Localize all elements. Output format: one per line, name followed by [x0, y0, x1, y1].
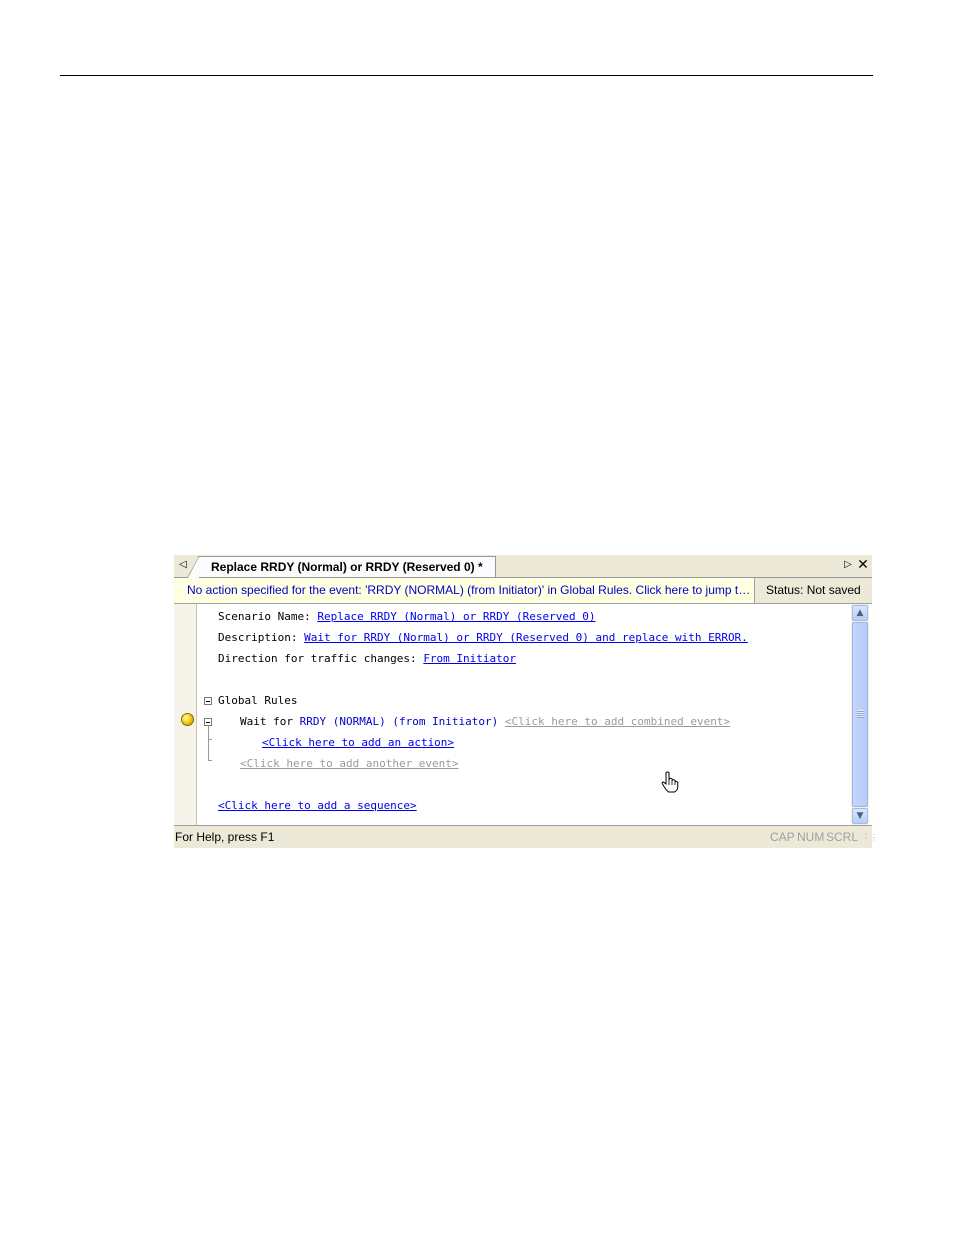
scroll-thumb[interactable]: [852, 622, 868, 807]
num-lock-indicator: NUM: [797, 830, 825, 844]
message-bar: No action specified for the event: 'RRDY…: [174, 578, 872, 604]
warning-dot-icon: [181, 713, 194, 726]
tab-scenario[interactable]: Replace RRDY (Normal) or RRDY (Reserved …: [187, 556, 496, 578]
scroll-tabs-right-icon[interactable]: ▷: [842, 558, 854, 572]
status-bar: For Help, press F1 CAP NUM SCRL ⋮⋮: [174, 827, 878, 848]
vertical-scrollbar[interactable]: ▲ ▼: [851, 604, 869, 825]
direction-line: Direction for traffic changes: From Init…: [218, 652, 516, 666]
scenario-name-label: Scenario Name:: [218, 610, 318, 623]
hand-pointer-icon: [661, 771, 679, 793]
scroll-grip-icon: [857, 710, 864, 718]
page-header-rule: [60, 75, 873, 76]
wait-for-label: Wait for: [240, 715, 300, 728]
add-sequence-line: <Click here to add a sequence>: [218, 799, 417, 813]
collapse-event-icon[interactable]: [204, 718, 212, 726]
description-link[interactable]: Wait for RRDY (Normal) or RRDY (Reserved…: [304, 631, 748, 644]
wait-for-line: Wait for RRDY (NORMAL) (from Initiator) …: [240, 715, 730, 729]
editor-gutter: [174, 604, 197, 825]
add-action-line: <Click here to add an action>: [262, 736, 454, 750]
tree-connector: [208, 726, 209, 760]
global-rules-heading: Global Rules: [218, 694, 298, 707]
tree-connector: [208, 760, 212, 761]
scroll-lock-indicator: SCRL: [826, 830, 859, 844]
resize-grip-icon[interactable]: ⋮⋮: [862, 834, 878, 846]
close-icon[interactable]: ✕: [856, 557, 870, 573]
event-name-link[interactable]: RRDY (NORMAL) (from Initiator): [300, 715, 499, 728]
scenario-name-link[interactable]: Replace RRDY (Normal) or RRDY (Reserved …: [317, 610, 595, 623]
scroll-up-icon[interactable]: ▲: [852, 605, 868, 621]
tab-title: Replace RRDY (Normal) or RRDY (Reserved …: [211, 560, 483, 574]
add-another-event-link[interactable]: <Click here to add another event>: [240, 757, 459, 770]
add-combined-event-link[interactable]: <Click here to add combined event>: [505, 715, 730, 728]
scenario-name-line: Scenario Name: Replace RRDY (Normal) or …: [218, 610, 596, 624]
caps-lock-indicator: CAP: [770, 830, 795, 844]
help-hint: For Help, press F1: [175, 830, 275, 844]
validation-message-link[interactable]: No action specified for the event: 'RRDY…: [187, 578, 754, 603]
direction-label: Direction for traffic changes:: [218, 652, 424, 665]
collapse-global-rules-icon[interactable]: [204, 697, 212, 705]
scroll-down-icon[interactable]: ▼: [852, 808, 868, 824]
direction-link[interactable]: From Initiator: [423, 652, 516, 665]
scenario-editor[interactable]: Scenario Name: Replace RRDY (Normal) or …: [174, 604, 872, 826]
description-label: Description:: [218, 631, 305, 644]
add-action-link[interactable]: <Click here to add an action>: [262, 736, 454, 749]
description-line: Description: Wait for RRDY (Normal) or R…: [218, 631, 748, 645]
add-another-event-line: <Click here to add another event>: [240, 757, 459, 771]
scenario-editor-window: ◁ Replace RRDY (Normal) or RRDY (Reserve…: [174, 555, 878, 848]
tree-connector: [208, 739, 212, 740]
save-status: Status: Not saved: [754, 578, 872, 603]
add-sequence-link[interactable]: <Click here to add a sequence>: [218, 799, 417, 812]
tab-strip: ◁ Replace RRDY (Normal) or RRDY (Reserve…: [174, 555, 872, 578]
